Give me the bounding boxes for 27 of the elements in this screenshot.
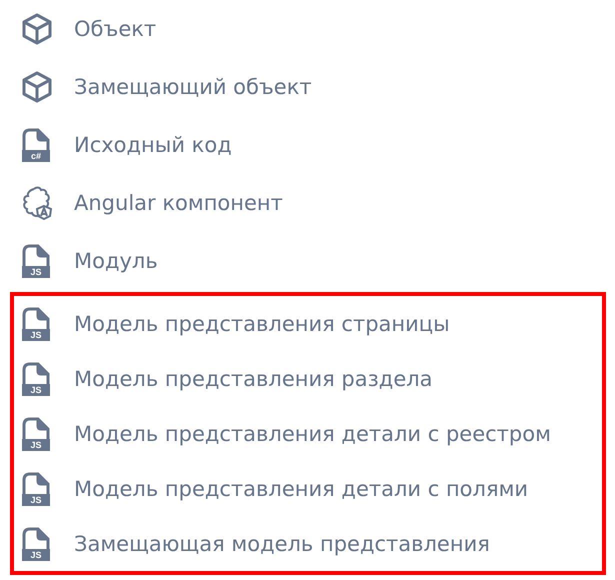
file-icon: [22, 472, 50, 494]
file-icon: [22, 128, 50, 150]
menu-item[interactable]: Модуль: [74, 249, 158, 273]
menu-item[interactable]: Замещающая модель представления: [74, 532, 490, 556]
file-type-label: JS: [22, 328, 50, 340]
menu-item[interactable]: Angular компонент: [74, 191, 283, 215]
menu-item[interactable]: Модель представления раздела: [74, 366, 433, 390]
cube-icon: [22, 71, 52, 103]
menu-item[interactable]: Модель представления страницы: [74, 312, 450, 336]
menu-item[interactable]: Модель представления детали с реестром: [74, 422, 551, 446]
menu-item[interactable]: Замещающий объект: [74, 75, 312, 99]
file-icon: [22, 416, 50, 438]
menu-item[interactable]: Модель представления детали с полями: [74, 476, 528, 500]
file-icon: [22, 526, 50, 548]
menu-item[interactable]: Исходный код: [74, 133, 232, 157]
file-type-label: JS: [22, 266, 50, 278]
file-type-label: c#: [22, 150, 50, 162]
file-type-label: JS: [22, 438, 50, 450]
menu-item[interactable]: Объект: [74, 17, 156, 41]
puzzle-icon: [22, 186, 54, 220]
file-icon: [22, 306, 50, 328]
cube-icon: [22, 13, 52, 45]
file-icon: [22, 362, 50, 384]
file-icon: [22, 244, 50, 266]
file-type-label: JS: [22, 494, 50, 506]
file-type-label: JS: [22, 548, 50, 560]
file-type-label: JS: [22, 384, 50, 396]
